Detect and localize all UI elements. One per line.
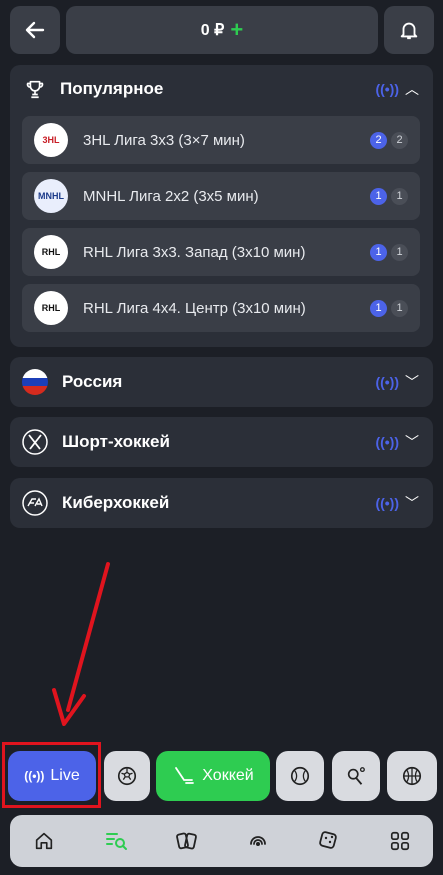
soccer-ball-icon xyxy=(117,766,137,786)
nav-live[interactable] xyxy=(246,829,270,853)
section-title: Россия xyxy=(62,372,123,391)
section-cyber-hockey[interactable]: Киберхоккей ((•)) ﹀ xyxy=(10,478,433,528)
hockey-label: Хоккей xyxy=(202,767,254,784)
basketball-icon xyxy=(402,766,422,786)
dice-icon xyxy=(319,831,337,849)
crossed-sticks-icon xyxy=(22,429,48,455)
chevron-down-icon: ﹀ xyxy=(405,495,419,511)
chevron-up-icon[interactable]: ︿ xyxy=(405,79,419,99)
ping-pong-icon xyxy=(347,767,365,785)
league-logo-icon: MNHL xyxy=(34,179,68,213)
total-count-badge: 2 xyxy=(391,131,408,149)
list-search-icon xyxy=(106,833,127,850)
league-item[interactable]: 3HL 3HL Лига 3x3 (3×7 мин) 2 2 xyxy=(22,116,420,164)
league-name: RHL Лига 4x4. Центр (3x10 мин) xyxy=(83,299,306,317)
ea-logo-icon xyxy=(22,490,48,516)
bell-icon xyxy=(400,22,418,40)
notifications-button[interactable] xyxy=(384,6,434,54)
league-logo-icon: RHL xyxy=(34,235,68,269)
league-logo-icon: RHL xyxy=(34,291,68,325)
league-name: 3HL Лига 3x3 (3×7 мин) xyxy=(83,131,245,149)
league-name: MNHL Лига 2x2 (3x5 мин) xyxy=(83,187,259,205)
tickets-icon xyxy=(176,832,197,850)
sport-table-tennis-button[interactable] xyxy=(332,751,380,801)
sport-basketball-button[interactable] xyxy=(387,751,437,801)
total-count-badge: 1 xyxy=(391,187,408,205)
nav-home[interactable] xyxy=(32,829,56,853)
nav-coupon[interactable] xyxy=(175,829,199,853)
league-item[interactable]: RHL RHL Лига 4x4. Центр (3x10 мин) 1 1 xyxy=(22,284,420,332)
section-short-hockey[interactable]: Шорт-хоккей ((•)) ﹀ xyxy=(10,417,433,467)
hockey-stick-icon xyxy=(175,767,195,784)
arrow-left-icon xyxy=(25,21,45,39)
total-count-badge: 1 xyxy=(391,243,408,261)
trophy-icon xyxy=(26,80,44,99)
home-icon xyxy=(35,832,53,850)
live-count-badge: 1 xyxy=(370,243,387,261)
tennis-ball-icon xyxy=(290,766,310,786)
live-button[interactable]: ((•)) Live xyxy=(8,751,96,801)
live-count-badge: 2 xyxy=(370,131,387,149)
live-broadcast-icon: ((•)) xyxy=(375,495,399,511)
nav-casino[interactable] xyxy=(317,829,341,853)
league-item[interactable]: RHL RHL Лига 3x3. Запад (3x10 мин) 1 1 xyxy=(22,228,420,276)
add-funds-icon: + xyxy=(230,17,244,42)
live-broadcast-icon: ((•)) xyxy=(24,769,45,783)
balance-amount: 0 ₽ xyxy=(200,22,225,39)
live-count-badge: 1 xyxy=(370,299,387,317)
section-title: Шорт-хоккей xyxy=(62,432,170,451)
popular-title: Популярное xyxy=(60,79,164,98)
league-item[interactable]: MNHL MNHL Лига 2x2 (3x5 мин) 1 1 xyxy=(22,172,420,220)
popular-header[interactable]: Популярное ((•)) ︿ xyxy=(10,65,433,113)
live-label: Live xyxy=(50,767,80,784)
live-broadcast-icon: ((•)) xyxy=(375,434,399,450)
chevron-down-icon: ﹀ xyxy=(405,434,419,450)
nav-menu[interactable] xyxy=(388,829,412,853)
annotation-arrow xyxy=(52,562,110,726)
sport-hockey-button[interactable]: Хоккей xyxy=(156,751,270,801)
russia-flag-icon xyxy=(22,369,48,395)
section-title: Киберхоккей xyxy=(62,493,170,512)
balance-button[interactable]: 0 ₽ + xyxy=(66,6,378,54)
league-name: RHL Лига 3x3. Запад (3x10 мин) xyxy=(83,243,306,261)
grid-menu-icon xyxy=(390,831,410,851)
bottom-navigation xyxy=(10,815,433,867)
nav-line-search[interactable] xyxy=(104,829,128,853)
total-count-badge: 1 xyxy=(391,299,408,317)
back-button[interactable] xyxy=(10,6,60,54)
live-count-badge: 1 xyxy=(370,187,387,205)
live-broadcast-icon: ((•)) xyxy=(375,81,399,97)
sport-football-button[interactable] xyxy=(104,751,150,801)
sport-tennis-button[interactable] xyxy=(276,751,324,801)
chevron-down-icon: ﹀ xyxy=(405,374,419,390)
broadcast-icon xyxy=(250,836,266,846)
live-broadcast-icon: ((•)) xyxy=(375,374,399,390)
section-russia[interactable]: Россия ((•)) ﹀ xyxy=(10,357,433,407)
league-logo-icon: 3HL xyxy=(34,123,68,157)
